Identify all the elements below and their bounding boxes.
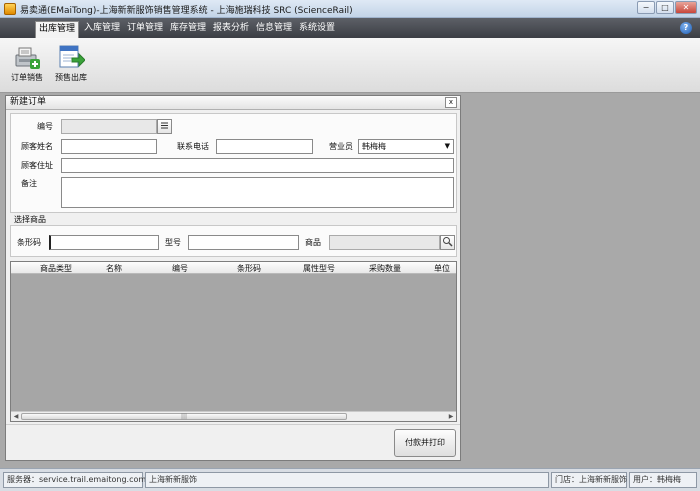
order-sale-label: 订单销售 [11, 73, 43, 82]
model-input[interactable] [188, 235, 299, 250]
model-label: 型号 [165, 238, 181, 247]
cash-register-icon [13, 44, 41, 70]
note-field[interactable] [61, 177, 454, 208]
menu-inbound[interactable]: 入库管理 [81, 21, 123, 36]
address-label: 顾客住址 [21, 161, 53, 170]
minimize-button[interactable]: − [637, 1, 655, 14]
status-bar: 服务器：service.trail.emaitong.com 上海新新服饰 门店… [0, 468, 700, 491]
product-input[interactable] [329, 235, 440, 250]
menu-info[interactable]: 信息管理 [253, 21, 295, 36]
customer-name-field[interactable] [61, 139, 157, 154]
presale-out-button[interactable]: 预售出库 [48, 42, 94, 90]
salesperson-label: 营业员 [329, 142, 353, 151]
phone-label: 联系电话 [177, 142, 209, 151]
select-product-title: 选择商品 [14, 215, 46, 224]
address-field[interactable] [61, 158, 454, 173]
menu-outbound[interactable]: 出库管理 [35, 21, 80, 38]
number-picker-button[interactable] [157, 119, 172, 134]
scrollbar-thumb[interactable]: ||| [21, 413, 347, 420]
menu-settings[interactable]: 系统设置 [296, 21, 338, 36]
order-info-group: 编号 顾客姓名 联系电话 营业员 韩梅梅 ▼ 顾客住址 备注 [10, 113, 457, 213]
presale-out-label: 预售出库 [55, 73, 87, 82]
select-product-group: 条形码 型号 商品 [10, 225, 457, 257]
status-store: 门店：上海新新服饰 [551, 472, 627, 488]
note-label: 备注 [21, 179, 37, 188]
status-server: 服务器：service.trail.emaitong.com [3, 472, 146, 488]
window-title: 易卖通(EMaiTong)-上海新新服饰销售管理系统 - 上海施瑞科技 SRC … [20, 6, 353, 16]
col-product-type[interactable]: 商品类型 [40, 263, 72, 274]
scroll-left-icon[interactable]: ◀ [12, 413, 20, 421]
horizontal-scrollbar[interactable]: ◀ ||| ▶ [11, 411, 456, 421]
grid-header: 商品类型 名称 编号 条形码 属性型号 采购数量 单位 [11, 262, 456, 274]
product-search-button[interactable] [440, 235, 455, 250]
product-label: 商品 [305, 238, 321, 247]
number-label: 编号 [37, 122, 53, 131]
menu-orders[interactable]: 订单管理 [124, 21, 166, 36]
col-purchase-qty[interactable]: 采购数量 [369, 263, 401, 274]
help-icon[interactable]: ? [680, 22, 692, 34]
phone-field[interactable] [216, 139, 313, 154]
chevron-down-icon: ▼ [444, 142, 450, 150]
ribbon-toolbar: 订单销售 预售出库 [0, 38, 700, 93]
product-grid[interactable]: 商品类型 名称 编号 条形码 属性型号 采购数量 单位 ◀ ||| ▶ [10, 261, 457, 422]
new-order-window: 新建订单 x 编号 顾客姓名 联系电话 营业员 韩梅梅 ▼ 顾客住址 备注 选择… [5, 95, 461, 461]
new-order-close-button[interactable]: x [445, 97, 457, 108]
col-name[interactable]: 名称 [106, 263, 122, 274]
mdi-workspace: 新建订单 x 编号 顾客姓名 联系电话 营业员 韩梅梅 ▼ 顾客住址 备注 选择… [0, 93, 700, 468]
order-footer: 付款并打印 [6, 424, 460, 460]
menu-bar: 出库管理 入库管理 订单管理 库存管理 报表分析 信息管理 系统设置 ? [0, 18, 700, 38]
status-user: 用户：韩梅梅 [629, 472, 697, 488]
window-titlebar: 易卖通(EMaiTong)-上海新新服饰销售管理系统 - 上海施瑞科技 SRC … [0, 0, 700, 18]
order-sale-button[interactable]: 订单销售 [4, 42, 50, 90]
app-icon [4, 3, 16, 15]
menu-inventory[interactable]: 库存管理 [167, 21, 209, 36]
pay-and-print-button[interactable]: 付款并打印 [394, 429, 456, 457]
barcode-label: 条形码 [17, 238, 41, 247]
col-number[interactable]: 编号 [172, 263, 188, 274]
search-icon [443, 237, 453, 247]
salesperson-value: 韩梅梅 [362, 142, 386, 151]
close-button[interactable]: ✕ [675, 1, 697, 14]
new-order-title: 新建订单 x [6, 96, 460, 110]
number-field[interactable] [61, 119, 157, 134]
maximize-button[interactable]: □ [656, 1, 674, 14]
scroll-right-icon[interactable]: ▶ [447, 413, 455, 421]
col-unit[interactable]: 单位 [434, 263, 450, 274]
customer-name-label: 顾客姓名 [21, 142, 53, 151]
list-icon [161, 122, 168, 129]
menu-reports[interactable]: 报表分析 [210, 21, 252, 36]
new-order-title-text: 新建订单 [10, 97, 47, 107]
col-attribute-model[interactable]: 属性型号 [303, 263, 335, 274]
form-export-icon [57, 44, 86, 70]
barcode-input[interactable] [49, 235, 159, 250]
col-barcode[interactable]: 条形码 [237, 263, 261, 274]
status-company: 上海新新服饰 [145, 472, 549, 488]
salesperson-select[interactable]: 韩梅梅 ▼ [358, 139, 454, 154]
